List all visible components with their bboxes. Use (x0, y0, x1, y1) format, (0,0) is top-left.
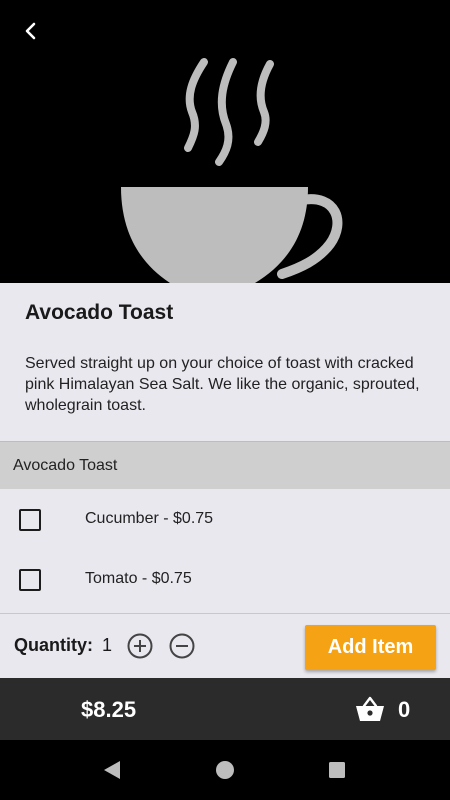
quantity-value: 1 (102, 635, 113, 655)
decrease-quantity-button[interactable] (169, 633, 195, 659)
basket-icon (356, 696, 384, 721)
add-item-button[interactable]: Add Item (305, 625, 436, 670)
quantity-bar: Quantity: 1 Add Item (0, 613, 450, 678)
options-section-header: Avocado Toast (0, 441, 450, 489)
increase-quantity-button[interactable] (127, 633, 153, 659)
hero-image (0, 0, 450, 283)
option-label: Tomato - $0.75 (85, 570, 192, 587)
minus-circle-icon (169, 633, 195, 659)
item-description: Served straight up on your choice of toa… (25, 355, 420, 414)
circle-home-icon (216, 761, 234, 779)
quantity-label: Quantity: (14, 635, 93, 655)
options-section-title: Avocado Toast (13, 457, 118, 474)
triangle-back-icon (104, 761, 120, 779)
option-tomato[interactable]: Tomato - $0.75 (0, 551, 450, 609)
nav-recents-button[interactable] (325, 758, 349, 782)
option-checkbox[interactable] (19, 569, 41, 591)
nav-back-button[interactable] (100, 758, 124, 782)
coffee-cup-icon (121, 58, 343, 283)
option-cucumber[interactable]: Cucumber - $0.75 (0, 491, 450, 549)
item-title: Avocado Toast (25, 301, 174, 324)
square-recents-icon (329, 762, 345, 778)
nav-home-button[interactable] (213, 758, 237, 782)
plus-circle-icon (127, 633, 153, 659)
cart-total: $8.25 (81, 697, 137, 722)
option-label: Cucumber - $0.75 (85, 510, 214, 527)
cart-count: 0 (398, 697, 411, 722)
cart-button[interactable] (355, 695, 385, 723)
system-nav-bar (0, 740, 450, 800)
option-checkbox[interactable] (19, 509, 41, 531)
item-details: Avocado Toast Served straight up on your… (0, 283, 450, 678)
cart-footer: $8.25 0 (0, 678, 450, 740)
